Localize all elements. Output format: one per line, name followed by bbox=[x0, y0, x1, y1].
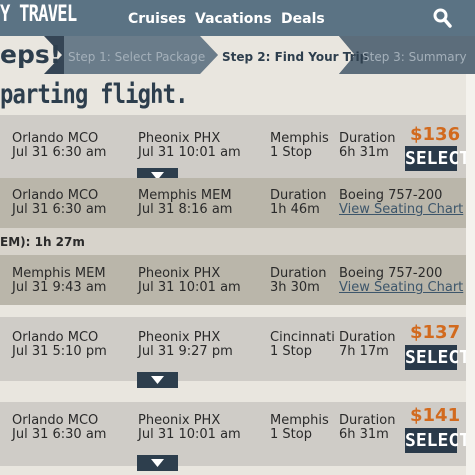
duration-value: 6h 31m bbox=[339, 145, 389, 160]
stop-city: Memphis bbox=[270, 413, 329, 428]
duration-label: Duration bbox=[339, 413, 396, 428]
price: $141 bbox=[410, 405, 461, 426]
price: $137 bbox=[410, 322, 461, 343]
flight-leg-2: Memphis MEM Jul 31 9:43 am Pheonix PHX J… bbox=[0, 255, 466, 305]
leg-to-time: Jul 31 10:01 am bbox=[138, 280, 241, 295]
depart-city: Orlando MCO bbox=[12, 413, 99, 428]
leg-from-time: Jul 31 6:30 am bbox=[12, 202, 107, 217]
arrive-time: Jul 31 10:01 am bbox=[138, 427, 241, 442]
arrive-city: Pheonix PHX bbox=[138, 413, 221, 428]
expand-toggle[interactable] bbox=[137, 372, 178, 388]
stop-count: 1 Stop bbox=[270, 145, 312, 160]
duration-value: 7h 17m bbox=[339, 344, 389, 359]
depart-time: Jul 31 6:30 am bbox=[12, 427, 107, 442]
step-2-find-your-trip: Step 2: Find Your Trip bbox=[222, 50, 369, 64]
top-nav-bar: Y TRAVEL Cruises Vacations Deals bbox=[0, 0, 475, 36]
depart-city: Orlando MCO bbox=[12, 131, 99, 146]
nav-vacations[interactable]: Vacations bbox=[195, 11, 272, 27]
flight-option-3[interactable]: Orlando MCO Jul 31 6:30 am Pheonix PHX J… bbox=[0, 402, 470, 471]
leg-duration-value: 3h 30m bbox=[270, 280, 320, 295]
depart-time: Jul 31 5:10 pm bbox=[12, 344, 107, 359]
brand-logo[interactable]: Y TRAVEL bbox=[0, 2, 77, 27]
depart-time: Jul 31 6:30 am bbox=[12, 145, 107, 160]
view-seating-chart-link[interactable]: View Seating Chart bbox=[339, 280, 463, 295]
nav-cruises[interactable]: Cruises bbox=[128, 11, 186, 27]
select-button[interactable]: SELECT bbox=[405, 146, 470, 171]
leg-to-city: Pheonix PHX bbox=[138, 266, 221, 281]
flight-leg-1: Orlando MCO Jul 31 6:30 am Memphis MEM J… bbox=[0, 178, 466, 228]
layover-label: EM): bbox=[0, 235, 31, 249]
leg-to-time: Jul 31 8:16 am bbox=[138, 202, 233, 217]
depart-city: Orlando MCO bbox=[12, 330, 99, 345]
flight-option-2[interactable]: Orlando MCO Jul 31 5:10 pm Pheonix PHX J… bbox=[0, 317, 470, 388]
nav-deals[interactable]: Deals bbox=[281, 11, 325, 27]
step-3-summary[interactable]: Step 3: Summary bbox=[362, 50, 467, 64]
stop-city: Cincinnati bbox=[270, 330, 335, 345]
step-1-select-package[interactable]: Step 1: Select Package bbox=[68, 50, 205, 64]
aircraft-type: Boeing 757-200 bbox=[339, 188, 443, 203]
arrive-city: Pheonix PHX bbox=[138, 131, 221, 146]
leg-from-city: Orlando MCO bbox=[12, 188, 99, 203]
right-edge-panel bbox=[466, 74, 475, 475]
stop-count: 1 Stop bbox=[270, 344, 312, 359]
layover-text: EM): 1h 27m bbox=[0, 235, 85, 250]
duration-label: Duration bbox=[339, 330, 396, 345]
arrive-time: Jul 31 10:01 am bbox=[138, 145, 241, 160]
duration-label: Duration bbox=[339, 131, 396, 146]
price: $136 bbox=[410, 124, 461, 145]
steps-title: eps! bbox=[0, 40, 62, 69]
caret-down-icon bbox=[151, 459, 164, 467]
stop-city: Memphis bbox=[270, 131, 329, 146]
search-icon[interactable] bbox=[433, 8, 452, 28]
leg-duration-label: Duration bbox=[270, 266, 327, 281]
stop-count: 1 Stop bbox=[270, 427, 312, 442]
select-button[interactable]: SELECT bbox=[405, 345, 470, 370]
caret-down-icon bbox=[151, 376, 164, 384]
arrive-city: Pheonix PHX bbox=[138, 330, 221, 345]
expand-toggle[interactable] bbox=[137, 455, 178, 471]
leg-duration-value: 1h 46m bbox=[270, 202, 320, 217]
duration-value: 6h 31m bbox=[339, 427, 389, 442]
leg-to-city: Memphis MEM bbox=[138, 188, 232, 203]
flight-option-1[interactable]: Orlando MCO Jul 31 6:30 am Pheonix PHX J… bbox=[0, 115, 470, 184]
select-button[interactable]: SELECT bbox=[405, 428, 470, 453]
leg-from-city: Memphis MEM bbox=[12, 266, 106, 281]
aircraft-type: Boeing 757-200 bbox=[339, 266, 443, 281]
arrive-time: Jul 31 9:27 pm bbox=[138, 344, 233, 359]
layover-duration: 1h 27m bbox=[34, 235, 85, 249]
layover-row: EM): 1h 27m bbox=[0, 228, 466, 255]
page-heading: parting flight. bbox=[0, 79, 188, 110]
leg-duration-label: Duration bbox=[270, 188, 327, 203]
leg-from-time: Jul 31 9:43 am bbox=[12, 280, 107, 295]
view-seating-chart-link[interactable]: View Seating Chart bbox=[339, 202, 463, 217]
